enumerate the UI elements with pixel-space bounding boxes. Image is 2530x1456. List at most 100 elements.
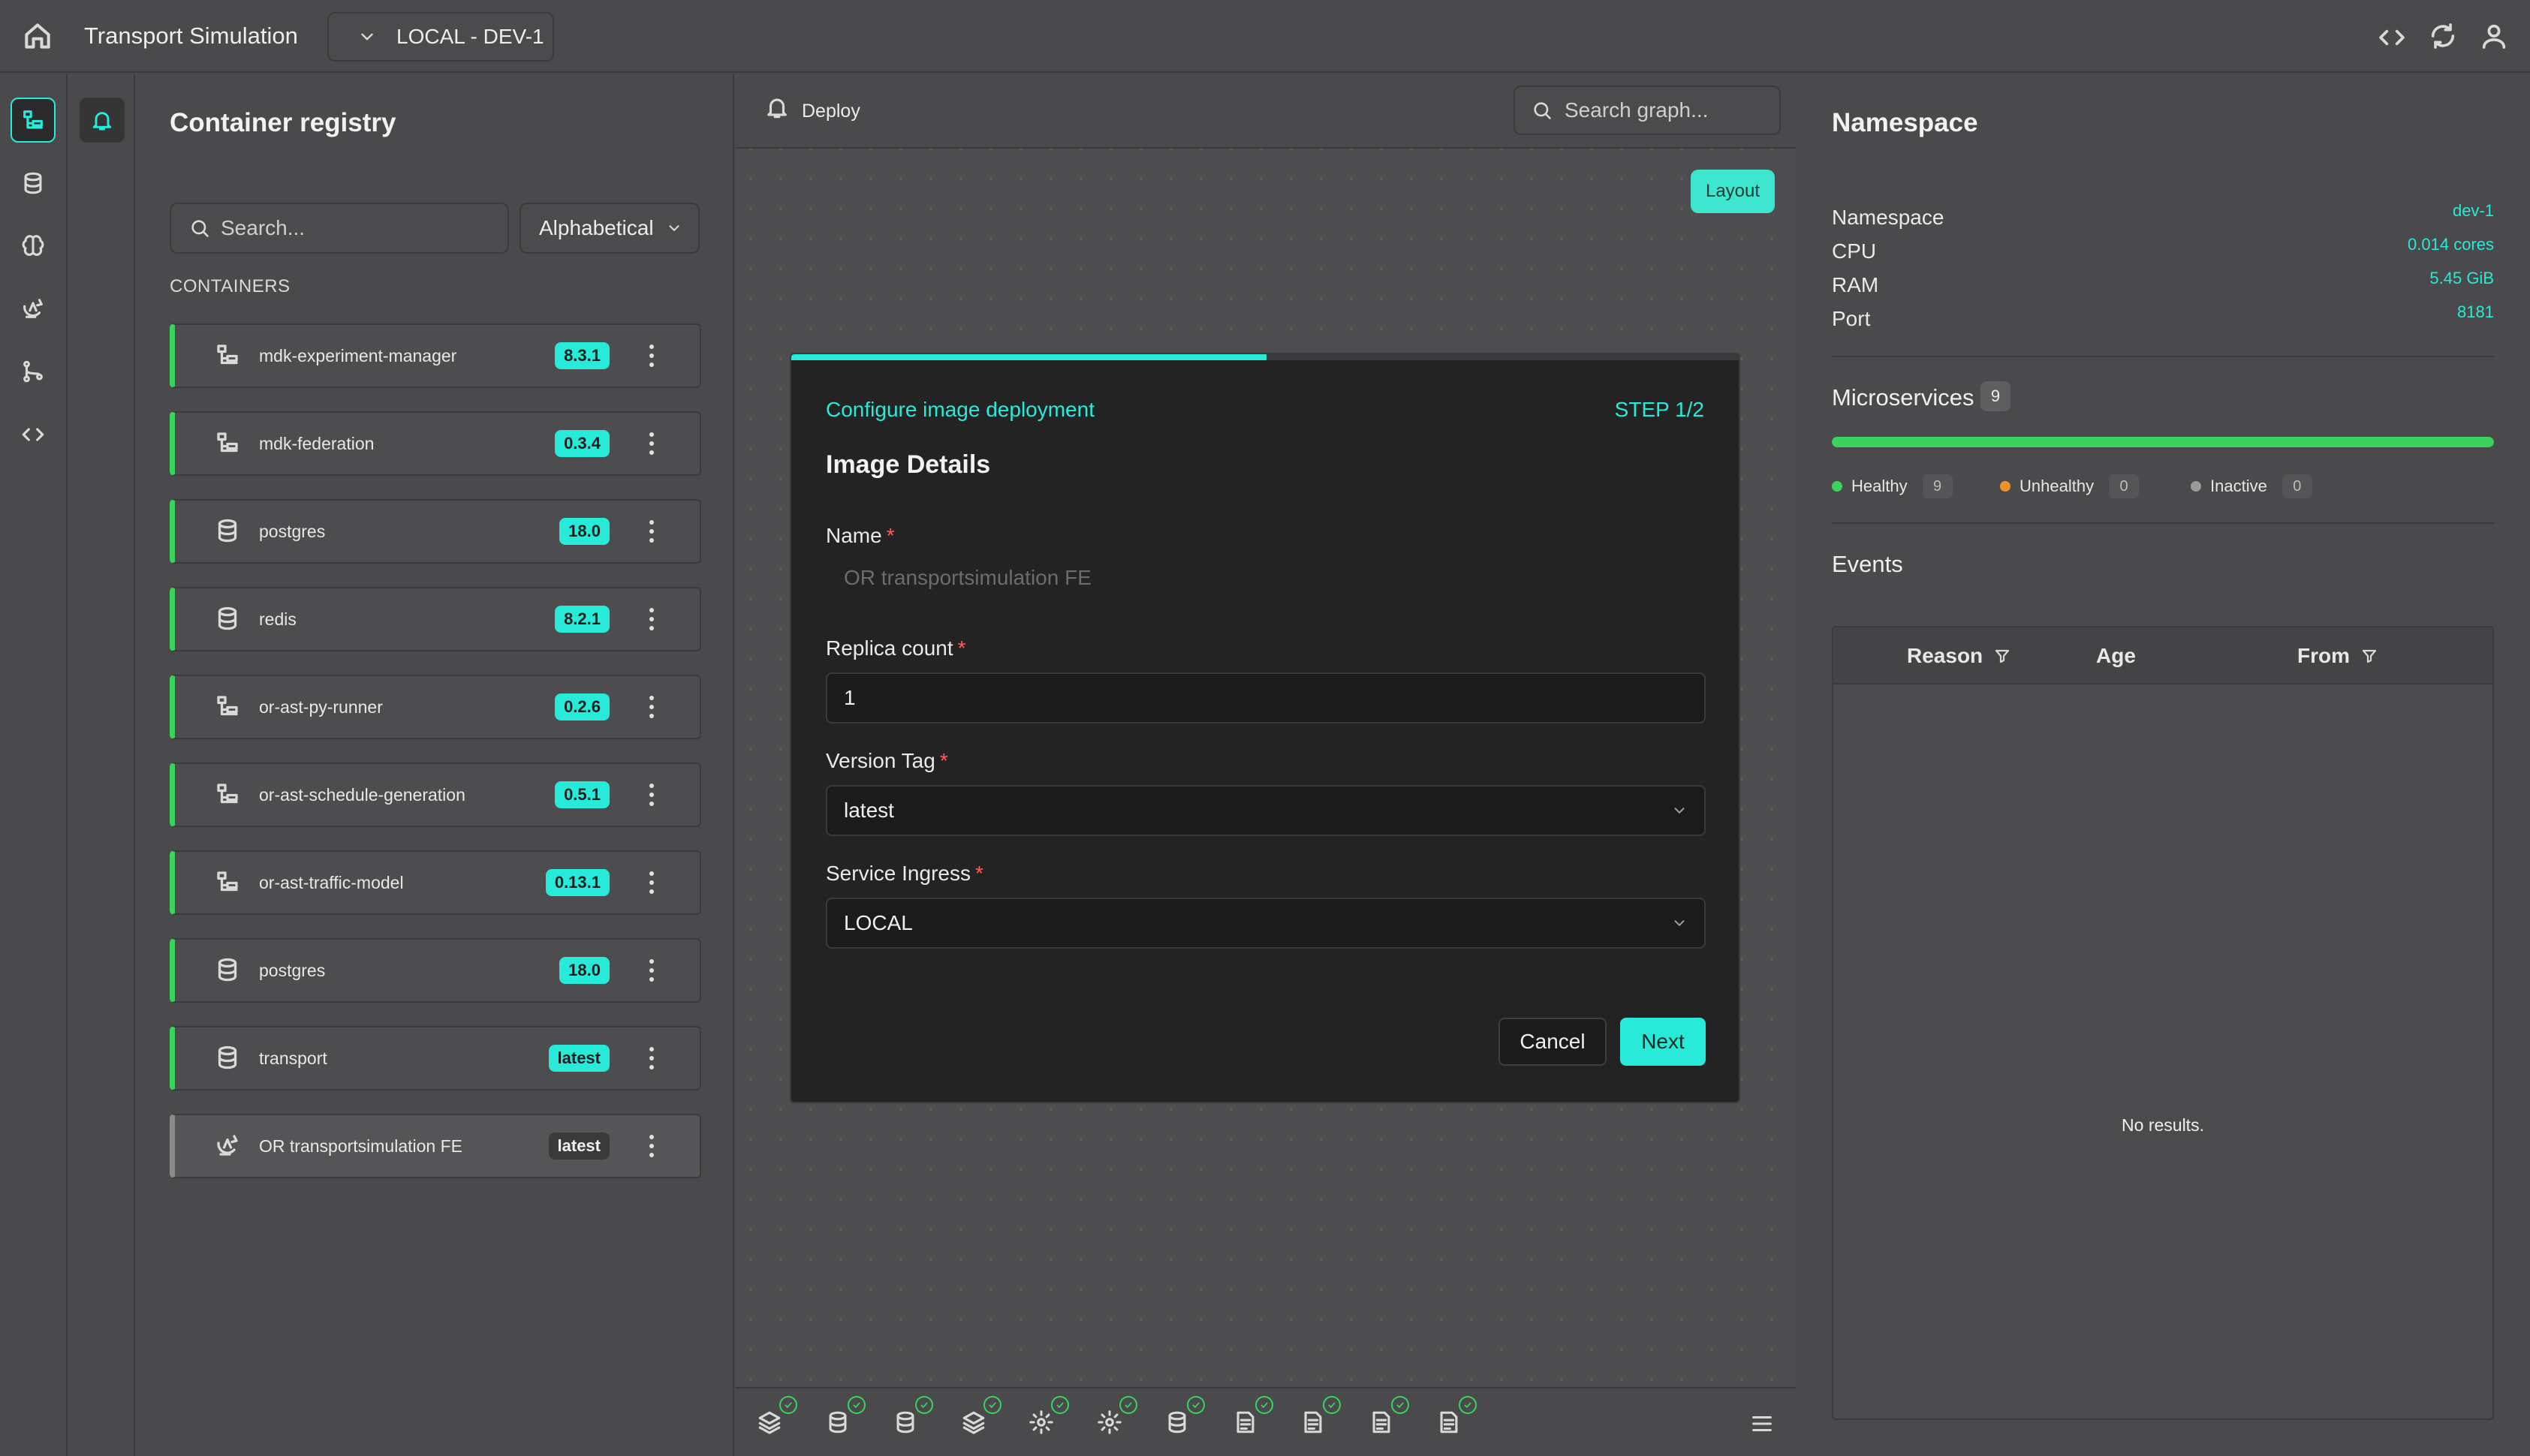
home-icon[interactable]: [21, 20, 54, 53]
container-item[interactable]: postgres 18.0: [170, 938, 701, 1003]
database-icon[interactable]: [825, 1409, 851, 1435]
more-vertical-icon[interactable]: [649, 1045, 655, 1071]
container-item[interactable]: or-ast-py-runner 0.2.6: [170, 675, 701, 739]
version-tag-select[interactable]: latest: [826, 785, 1706, 836]
rail-git-button[interactable]: [11, 349, 56, 394]
more-vertical-icon[interactable]: [649, 1133, 655, 1159]
deploy-tab[interactable]: Deploy: [802, 101, 860, 122]
layout-button[interactable]: Layout: [1691, 170, 1775, 213]
legend-item: Unhealthy 0: [2000, 474, 2140, 498]
database-icon[interactable]: [893, 1409, 918, 1435]
more-vertical-icon[interactable]: [649, 343, 655, 369]
container-item[interactable]: mdk-federation 0.3.4: [170, 411, 701, 476]
step-progress-fill: [791, 354, 1267, 360]
layers-icon[interactable]: [757, 1409, 782, 1435]
events-table: Reason Age From No results.: [1832, 626, 2494, 1420]
events-column-header[interactable]: From: [2297, 644, 2378, 668]
document-icon[interactable]: [1300, 1409, 1326, 1435]
database-icon[interactable]: [1164, 1409, 1190, 1435]
events-empty-state: No results.: [2122, 1115, 2204, 1135]
cancel-button[interactable]: Cancel: [1498, 1018, 1607, 1066]
version-label-text: Version Tag: [826, 749, 935, 772]
more-vertical-icon[interactable]: [649, 870, 655, 895]
next-button[interactable]: Next: [1620, 1018, 1706, 1066]
registry-search-input[interactable]: [221, 216, 506, 240]
required-marker: *: [974, 862, 983, 885]
more-vertical-icon[interactable]: [649, 782, 655, 808]
document-icon[interactable]: [1233, 1409, 1258, 1435]
filter-icon[interactable]: [2350, 647, 2378, 665]
user-icon[interactable]: [2479, 21, 2509, 51]
gear-icon[interactable]: [1029, 1409, 1054, 1435]
more-vertical-icon[interactable]: [649, 431, 655, 456]
rail-models-button[interactable]: [11, 224, 56, 269]
brain-icon: [20, 233, 46, 259]
rail-code-button[interactable]: [11, 412, 56, 457]
detail-value: 0.014 cores: [2408, 235, 2494, 254]
container-item[interactable]: OR transportsimulation FE latest: [170, 1114, 701, 1178]
menu-icon[interactable]: [1749, 1411, 1775, 1436]
name-label-text: Name: [826, 524, 882, 547]
ingress-field-label: Service Ingress *: [826, 862, 983, 886]
check-icon: [847, 1396, 866, 1414]
container-item[interactable]: or-ast-schedule-generation 0.5.1: [170, 763, 701, 827]
modal-title: Image Details: [826, 450, 991, 479]
name-input[interactable]: [827, 554, 1704, 602]
legend-count: 0: [2282, 474, 2312, 498]
tree-icon: [20, 107, 46, 133]
divider: [1832, 522, 2494, 524]
events-column-header: Age: [2096, 644, 2136, 668]
layers-icon[interactable]: [961, 1409, 986, 1435]
registry-search[interactable]: [170, 203, 509, 254]
filter-icon[interactable]: [1983, 647, 2011, 665]
document-icon[interactable]: [1369, 1409, 1394, 1435]
version-badge: 0.5.1: [555, 781, 610, 808]
code-icon: [20, 422, 46, 447]
legend-item: Healthy 9: [1832, 474, 1953, 498]
version-badge: 8.2.1: [555, 606, 610, 633]
version-badge: 0.2.6: [555, 693, 610, 720]
service-ingress-select[interactable]: LOCAL: [826, 898, 1706, 949]
refresh-icon[interactable]: [2428, 21, 2458, 51]
more-vertical-icon[interactable]: [649, 694, 655, 720]
more-vertical-icon[interactable]: [649, 958, 655, 983]
events-column-header[interactable]: Reason: [1907, 644, 2011, 668]
graph-search[interactable]: [1513, 86, 1782, 135]
chevron-down-icon: [357, 27, 377, 47]
code-icon[interactable]: [2377, 23, 2407, 53]
container-name: or-ast-traffic-model: [259, 873, 404, 892]
container-item[interactable]: mdk-experiment-manager 8.3.1: [170, 323, 701, 388]
ingress-label-text: Service Ingress: [826, 862, 971, 885]
container-item[interactable]: postgres 18.0: [170, 499, 701, 564]
gear-icon[interactable]: [1097, 1409, 1122, 1435]
container-item[interactable]: or-ast-traffic-model 0.13.1: [170, 850, 701, 915]
rail-deploy-button[interactable]: [80, 98, 125, 143]
replica-count-input[interactable]: [827, 674, 1704, 722]
rail-database-button[interactable]: [11, 161, 56, 206]
check-icon: [915, 1396, 933, 1414]
sort-select[interactable]: Alphabetical: [520, 203, 700, 254]
column-title: Age: [2096, 644, 2136, 667]
container-name: redis: [259, 609, 297, 629]
chevron-down-icon: [1671, 802, 1688, 819]
rail-containers-button[interactable]: [11, 98, 56, 143]
container-name: or-ast-py-runner: [259, 697, 383, 717]
graph-search-input[interactable]: [1565, 98, 1782, 122]
more-vertical-icon[interactable]: [649, 519, 655, 544]
environment-select[interactable]: LOCAL - DEV-1: [327, 12, 554, 62]
replica-field-label: Replica count *: [826, 636, 966, 660]
chevron-down-icon: [666, 220, 682, 236]
namespace-title: Namespace: [1832, 108, 1978, 137]
node-dock: [736, 1387, 1796, 1456]
container-item[interactable]: transport latest: [170, 1026, 701, 1090]
replica-count-field[interactable]: [826, 672, 1706, 723]
detail-value: 8181: [2457, 302, 2494, 321]
document-icon[interactable]: [1436, 1409, 1462, 1435]
detail-key: Namespace: [1832, 206, 1944, 229]
container-name: mdk-federation: [259, 434, 375, 453]
container-name: postgres: [259, 961, 326, 980]
container-item[interactable]: redis 8.2.1: [170, 587, 701, 651]
more-vertical-icon[interactable]: [649, 606, 655, 632]
rail-ingress-button[interactable]: [11, 286, 56, 331]
name-field[interactable]: [826, 552, 1706, 603]
